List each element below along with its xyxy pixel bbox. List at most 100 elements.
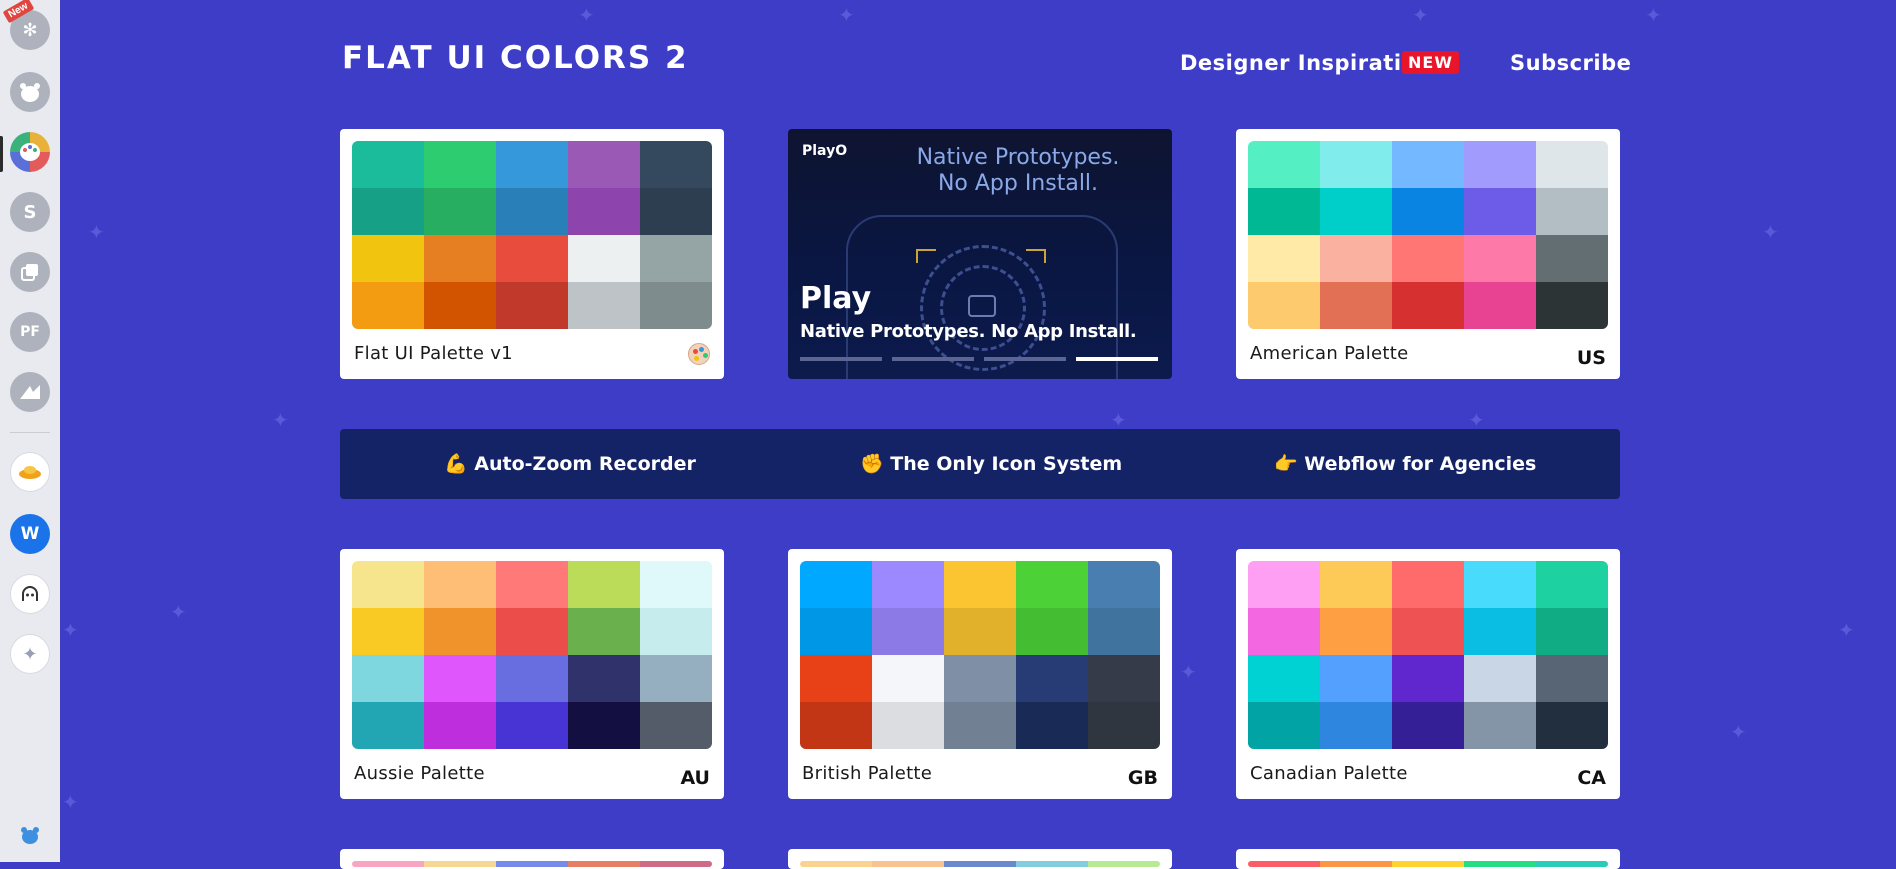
color-swatch[interactable] — [640, 608, 712, 655]
color-swatch[interactable] — [800, 655, 872, 702]
color-swatch[interactable] — [640, 561, 712, 608]
color-swatch[interactable] — [640, 702, 712, 749]
color-swatch[interactable] — [568, 702, 640, 749]
color-swatch[interactable] — [1464, 188, 1536, 235]
palette-card[interactable]: Aussie Palette AU — [340, 549, 724, 799]
color-swatch[interactable] — [1536, 608, 1608, 655]
nav-subscribe[interactable]: Subscribe — [1510, 51, 1631, 75]
color-swatch[interactable] — [1392, 608, 1464, 655]
color-swatch[interactable] — [352, 188, 424, 235]
color-swatch[interactable] — [1248, 655, 1320, 702]
color-swatch[interactable] — [944, 655, 1016, 702]
color-swatch[interactable] — [1320, 188, 1392, 235]
color-swatch[interactable] — [424, 608, 496, 655]
mountain-app-icon[interactable] — [10, 372, 50, 412]
color-swatch[interactable] — [1320, 282, 1392, 329]
robot-app-icon[interactable] — [10, 574, 50, 614]
color-swatch[interactable] — [1464, 141, 1536, 188]
ad-slide-indicator-active[interactable] — [1076, 357, 1158, 361]
color-swatch[interactable] — [872, 561, 944, 608]
sponsor-link-icon-system[interactable]: ✊ The Only Icon System — [860, 452, 1122, 475]
color-swatch[interactable] — [424, 282, 496, 329]
color-swatch[interactable] — [1392, 235, 1464, 282]
color-swatch[interactable] — [640, 235, 712, 282]
color-swatch[interactable] — [1536, 141, 1608, 188]
color-swatch[interactable] — [1464, 608, 1536, 655]
color-swatch[interactable] — [872, 608, 944, 655]
color-swatch[interactable] — [1248, 188, 1320, 235]
color-swatch[interactable] — [1320, 561, 1392, 608]
color-swatch[interactable] — [1248, 702, 1320, 749]
palette-card[interactable]: Canadian Palette CA — [1236, 549, 1620, 799]
color-swatch[interactable] — [1088, 702, 1160, 749]
s-app-icon[interactable]: S — [10, 192, 50, 232]
color-swatch[interactable] — [800, 702, 872, 749]
color-swatch[interactable] — [1088, 608, 1160, 655]
color-swatch[interactable] — [1392, 188, 1464, 235]
color-swatch[interactable] — [496, 282, 568, 329]
color-swatch[interactable] — [872, 655, 944, 702]
color-swatch[interactable] — [568, 655, 640, 702]
color-swatch[interactable] — [1392, 141, 1464, 188]
color-swatch[interactable] — [568, 282, 640, 329]
nav-designer-inspiration[interactable]: Designer Inspiration — [1180, 51, 1432, 75]
palette-card[interactable]: American Palette US — [1236, 129, 1620, 379]
color-swatch[interactable] — [1392, 282, 1464, 329]
color-swatch[interactable] — [1320, 655, 1392, 702]
color-swatch[interactable] — [568, 188, 640, 235]
color-swatch[interactable] — [424, 702, 496, 749]
color-swatch[interactable] — [424, 561, 496, 608]
color-swatch[interactable] — [1464, 282, 1536, 329]
color-swatch[interactable] — [352, 655, 424, 702]
color-swatch[interactable] — [424, 141, 496, 188]
color-swatch[interactable] — [1088, 561, 1160, 608]
color-swatch[interactable] — [1536, 282, 1608, 329]
color-swatch[interactable] — [1320, 702, 1392, 749]
color-swatch[interactable] — [1320, 141, 1392, 188]
color-swatch[interactable] — [1320, 235, 1392, 282]
color-swatch[interactable] — [1016, 608, 1088, 655]
color-swatch[interactable] — [352, 235, 424, 282]
color-swatch[interactable] — [352, 282, 424, 329]
palette-app-icon[interactable] — [10, 132, 50, 172]
color-swatch[interactable] — [496, 702, 568, 749]
ad-slide-indicator[interactable] — [892, 357, 974, 361]
layers-app-icon[interactable] — [10, 252, 50, 292]
color-swatch[interactable] — [496, 561, 568, 608]
palette-card[interactable]: Flat UI Palette v1 — [340, 129, 724, 379]
sponsor-link-webflow[interactable]: 👉 Webflow for Agencies — [1274, 452, 1536, 475]
site-title[interactable]: FLAT UI COLORS 2 — [342, 40, 689, 76]
palette-card[interactable]: British Palette GB — [788, 549, 1172, 799]
webflow-app-icon[interactable]: W — [10, 514, 50, 554]
bear-footer-icon[interactable] — [20, 826, 40, 849]
pf-app-icon[interactable]: PF — [10, 312, 50, 352]
color-swatch[interactable] — [1392, 655, 1464, 702]
color-swatch[interactable] — [568, 561, 640, 608]
color-swatch[interactable] — [640, 188, 712, 235]
ad-card[interactable]: PlayO Native Prototypes. No App Install.… — [788, 129, 1172, 379]
color-swatch[interactable] — [1464, 655, 1536, 702]
color-swatch[interactable] — [1536, 188, 1608, 235]
color-swatch[interactable] — [1248, 141, 1320, 188]
color-swatch[interactable] — [640, 655, 712, 702]
color-swatch[interactable] — [1392, 702, 1464, 749]
color-swatch[interactable] — [1320, 608, 1392, 655]
palette-card-partial[interactable] — [788, 849, 1172, 869]
color-swatch[interactable] — [944, 702, 1016, 749]
color-swatch[interactable] — [944, 608, 1016, 655]
ad-slide-indicator[interactable] — [800, 357, 882, 361]
color-swatch[interactable] — [640, 141, 712, 188]
color-swatch[interactable] — [1464, 561, 1536, 608]
color-swatch[interactable] — [1248, 608, 1320, 655]
bear-app-icon[interactable] — [10, 72, 50, 112]
color-swatch[interactable] — [424, 188, 496, 235]
color-swatch[interactable] — [1536, 702, 1608, 749]
color-swatch[interactable] — [800, 608, 872, 655]
palette-card-partial[interactable] — [340, 849, 724, 869]
color-swatch[interactable] — [496, 655, 568, 702]
color-swatch[interactable] — [568, 608, 640, 655]
color-swatch[interactable] — [424, 655, 496, 702]
color-swatch[interactable] — [1248, 282, 1320, 329]
color-swatch[interactable] — [1392, 561, 1464, 608]
color-swatch[interactable] — [1016, 561, 1088, 608]
